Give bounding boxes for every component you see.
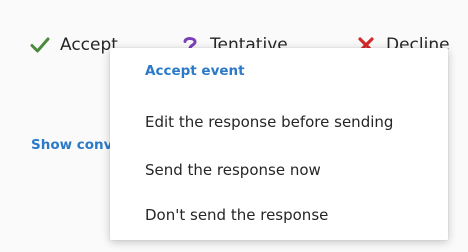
menu-item-send-now[interactable]: Send the response now — [110, 150, 448, 190]
checkmark-icon — [26, 31, 54, 59]
menu-item-label: Send the response now — [145, 161, 321, 179]
event-response-card: Accept Tentative Decline Show conversati… — [0, 0, 468, 252]
menu-item-label: Edit the response before sending — [145, 113, 394, 131]
menu-item-label: Don't send the response — [145, 206, 329, 224]
menu-header: Accept event — [145, 63, 245, 79]
menu-item-edit-response[interactable]: Edit the response before sending — [110, 102, 448, 142]
accept-button[interactable]: Accept — [26, 30, 118, 60]
accept-options-menu: Accept event Edit the response before se… — [110, 48, 448, 240]
menu-item-dont-send[interactable]: Don't send the response — [110, 195, 448, 235]
